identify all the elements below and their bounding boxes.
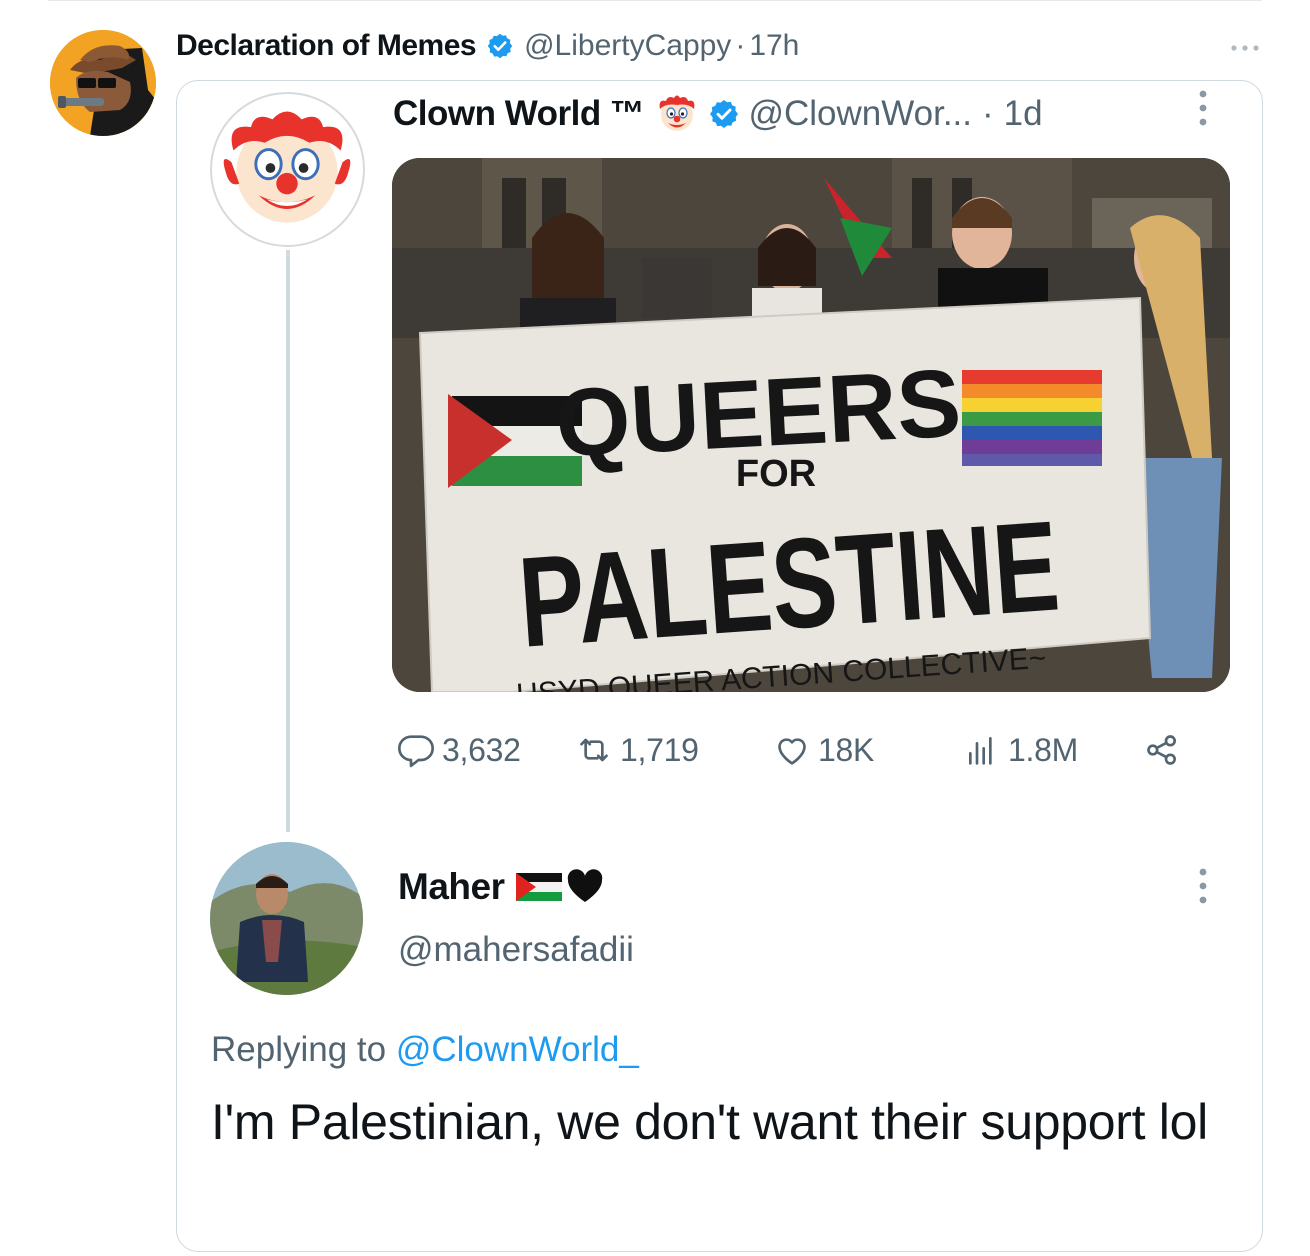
outer-timestamp[interactable]: 17h — [749, 29, 799, 63]
black-heart-icon — [568, 869, 603, 902]
quoted-separator: · — [982, 94, 994, 133]
outer-separator: · — [735, 29, 746, 62]
reply-name-row: Maher — [398, 862, 604, 912]
retweet-count: 1,719 — [620, 731, 699, 768]
maher-avatar[interactable] — [210, 842, 363, 995]
outer-display-name[interactable]: Declaration of Memes — [176, 29, 477, 63]
banner-line-2: FOR — [736, 453, 816, 495]
quoted-display-name[interactable]: Clown World ™ — [393, 94, 645, 134]
replying-to-line: Replying to @ClownWorld_ — [211, 1030, 639, 1070]
clown-face-icon — [660, 95, 695, 131]
reply-display-name[interactable]: Maher — [398, 866, 505, 908]
like-action[interactable]: 18K — [772, 728, 874, 772]
quoted-timestamp[interactable]: 1d — [1004, 94, 1043, 134]
cowboy-horse-avatar-icon — [50, 30, 156, 136]
views-chart-icon — [969, 737, 992, 765]
clown-world-avatar[interactable] — [210, 92, 365, 247]
tweet-action-bar: 3,632 1,719 18K 1.8M — [396, 728, 1196, 772]
tweet-photo[interactable]: QUEERS FOR PALESTINE USYD QUEER ACTION C… — [392, 158, 1230, 692]
share-icon — [1147, 735, 1176, 765]
reply-handle[interactable]: @mahersafadii — [398, 930, 634, 970]
more-vertical-icon[interactable] — [1196, 866, 1210, 906]
more-horizontal-icon[interactable] — [1230, 44, 1260, 52]
verified-badge-icon — [487, 33, 513, 59]
reply-body-text: I'm Palestinian, we don't want their sup… — [211, 1094, 1208, 1150]
replying-to-link[interactable]: @ClownWorld_ — [396, 1030, 639, 1069]
quoted-tweet-header: Clown World ™ @ClownWor... · 1d — [393, 90, 1043, 138]
more-vertical-icon[interactable] — [1196, 88, 1210, 128]
outer-handle[interactable]: @LibertyCappy — [524, 29, 731, 63]
heart-icon — [778, 738, 806, 765]
outer-tweet-header: Declaration of Memes @LibertyCappy · 17h — [176, 26, 799, 66]
top-divider — [48, 0, 1262, 1]
protest-banner-photo: QUEERS FOR PALESTINE USYD QUEER ACTION C… — [392, 158, 1230, 692]
thread-connector-line — [286, 250, 290, 832]
views-count: 1.8M — [1008, 731, 1078, 768]
reply-icon — [398, 735, 434, 768]
verified-badge-icon — [710, 100, 739, 128]
reply-count: 3,632 — [442, 731, 521, 768]
quoted-handle[interactable]: @ClownWor... — [748, 94, 972, 134]
profile-photo-icon — [210, 842, 363, 995]
retweet-action[interactable]: 1,719 — [574, 728, 699, 772]
share-action[interactable] — [1142, 728, 1182, 772]
palestine-flag-icon — [516, 873, 563, 901]
views-action[interactable]: 1.8M — [962, 728, 1078, 772]
outer-avatar[interactable] — [50, 30, 156, 136]
retweet-icon — [580, 738, 608, 762]
clown-face-icon — [223, 111, 351, 223]
replying-prefix: Replying to — [211, 1030, 387, 1069]
like-count: 18K — [818, 731, 875, 768]
reply-action[interactable]: 3,632 — [396, 728, 521, 772]
